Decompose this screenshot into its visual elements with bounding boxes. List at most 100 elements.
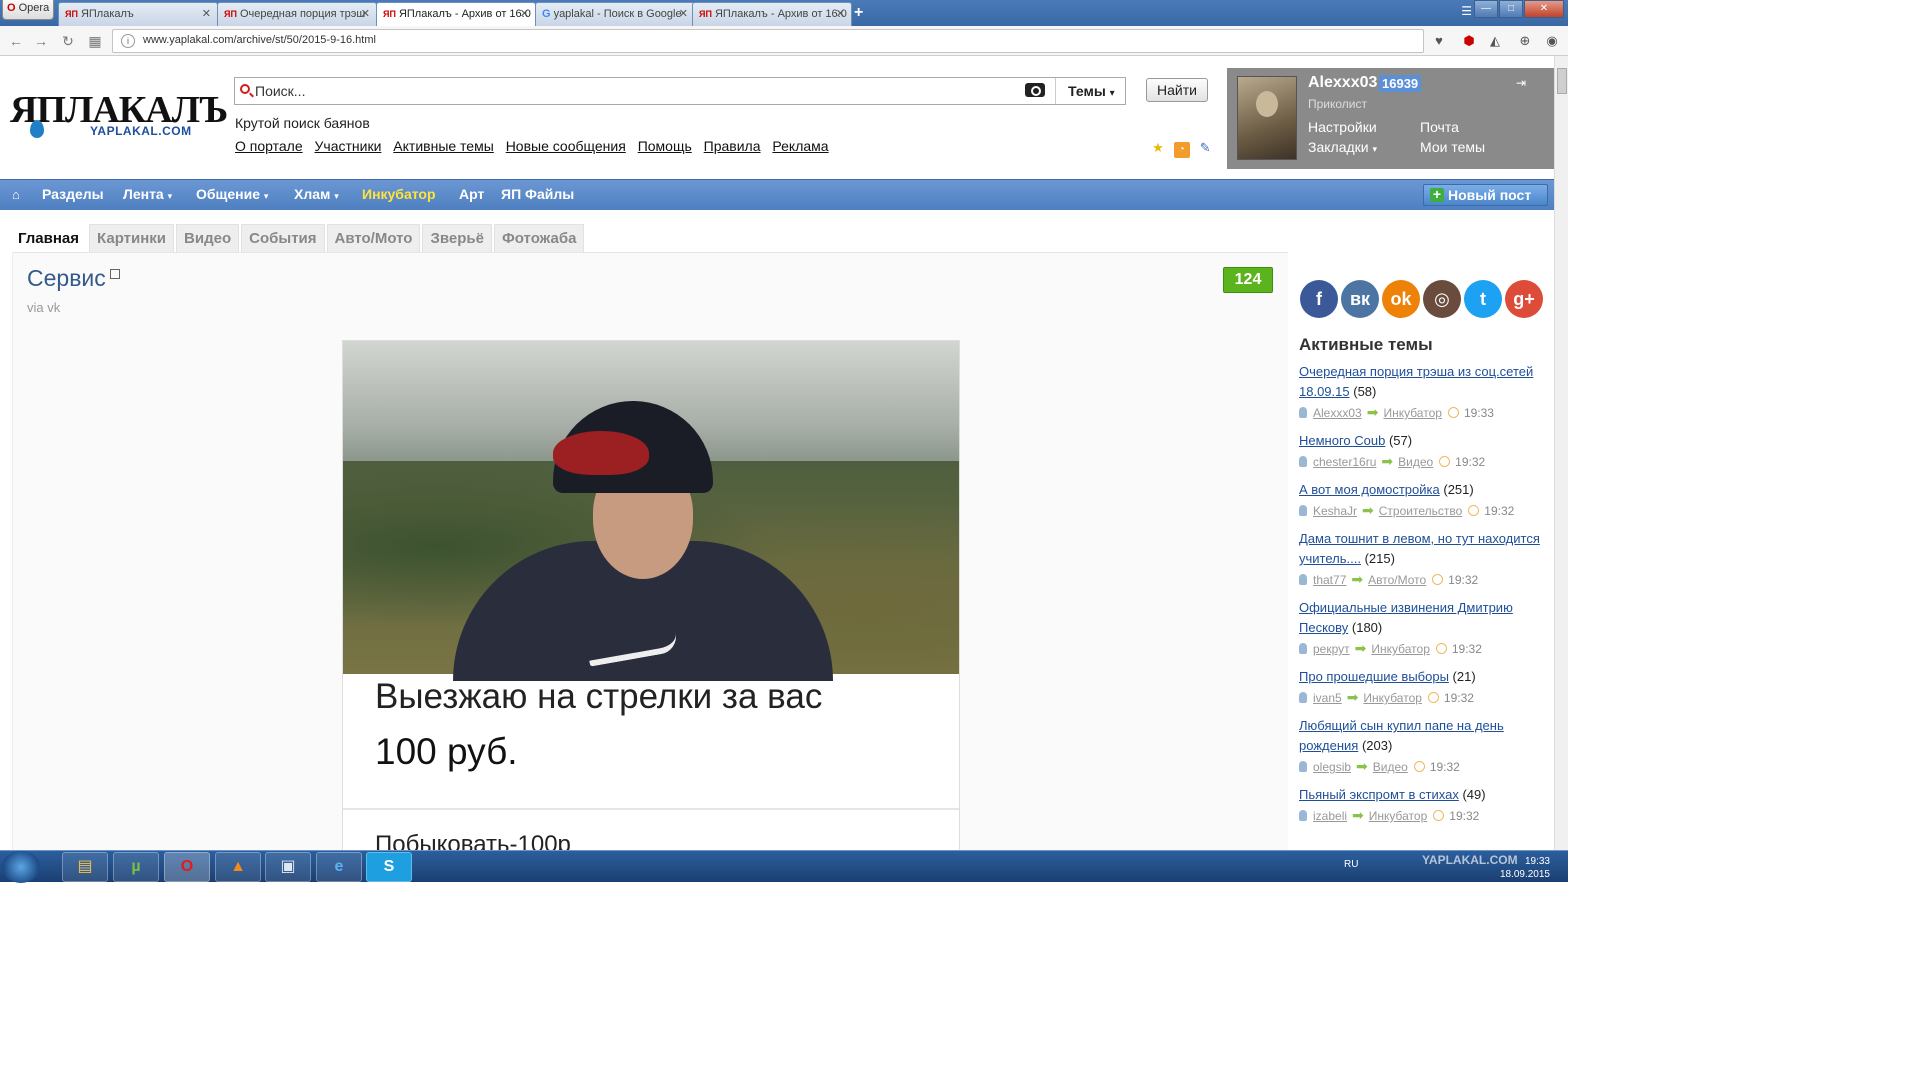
bookmarks-link[interactable]: Закладки ▾ [1308,139,1377,155]
tab-video[interactable]: Видео [176,224,240,252]
nav-art[interactable]: Арт [459,186,484,202]
topic-section[interactable]: Строительство [1379,504,1463,518]
download-icon[interactable]: ⊕ [1516,32,1534,50]
search-input[interactable] [255,81,1015,101]
tab-close-icon[interactable]: ✕ [836,7,845,20]
tab-close-icon[interactable]: ✕ [361,7,370,20]
topic-link[interactable]: Любящий сын купил папе на день рождения [1299,718,1504,753]
bookmark-heart-icon[interactable]: ♥ [1430,32,1448,50]
topic-section[interactable]: Авто/Мото [1368,573,1426,587]
save-disk-icon[interactable]: ▣ [265,852,311,882]
favorites-star-icon[interactable]: ★ [1150,140,1166,156]
link-rules[interactable]: Правила [704,138,761,154]
nav-incubator[interactable]: Инкубатор [362,186,436,202]
topic-author[interactable]: chester16ru [1313,455,1376,469]
post-title[interactable]: Сервис [27,265,120,292]
avatar[interactable] [1237,76,1297,160]
browser-tab[interactable]: ЯП ЯПлакалъ - Архив от 16.0 ✕ [376,2,536,26]
scrollbar-thumb[interactable] [1557,68,1567,94]
settings-link[interactable]: Настройки [1308,119,1377,135]
link-members[interactable]: Участники [315,138,382,154]
link-help[interactable]: Помощь [638,138,692,154]
topic-author[interactable]: KeshaJr [1313,504,1357,518]
tab-main[interactable]: Главная [10,224,88,252]
topic-author[interactable]: olegsib [1313,760,1351,774]
topic-link[interactable]: Пьяный экспромт в стихах [1299,787,1459,802]
topic-section[interactable]: Инкубатор [1363,691,1422,705]
browser-tab[interactable]: ЯП Очередная порция трэш ✕ [217,2,377,26]
skype-icon[interactable]: S [366,852,412,882]
tab-events[interactable]: События [241,224,325,252]
new-tab-button[interactable]: + [854,4,863,22]
topic-link[interactable]: Официальные извинения Дмитрию Пескову [1299,600,1513,635]
speed-dial-icon[interactable]: ▦ [85,31,105,51]
topic-link[interactable]: А вот моя домостройка [1299,482,1440,497]
internet-explorer-icon[interactable]: e [316,852,362,882]
rss-icon[interactable]: ◔ [1173,142,1190,158]
link-ads[interactable]: Реклама [772,138,828,154]
google-plus-icon[interactable]: g+ [1505,280,1543,318]
new-post-button[interactable]: + Новый пост [1423,184,1548,206]
tab-menu-icon[interactable]: ☰ [1461,4,1472,18]
vertical-scrollbar[interactable] [1554,56,1568,850]
explorer-icon[interactable]: ▤ [62,852,108,882]
opera-menu-button[interactable]: O Opera [2,0,54,20]
back-icon[interactable]: ← [6,31,26,51]
topic-author[interactable]: Alexxx03 [1313,406,1362,420]
post-rating-badge[interactable]: 124 [1223,267,1273,293]
search-button[interactable]: Найти [1146,78,1208,102]
link-active-topics[interactable]: Активные темы [393,138,494,154]
topic-section[interactable]: Инкубатор [1369,809,1428,823]
facebook-icon[interactable]: f [1300,280,1338,318]
topic-section[interactable]: Инкубатор [1383,406,1442,420]
browser-tab[interactable]: ЯП ЯПлакалъ ✕ [58,2,218,26]
logout-icon[interactable]: ⇥ [1516,76,1526,90]
link-about[interactable]: О портале [235,138,303,154]
nav-feed[interactable]: Лента ▾ [123,186,172,202]
topic-link[interactable]: Дама тошнит в левом, но тут находится уч… [1299,531,1540,566]
utorrent-icon[interactable]: µ [113,852,159,882]
camera-icon[interactable] [1025,83,1045,97]
tab-close-icon[interactable]: ✕ [202,7,211,20]
extension-icon[interactable]: ◭ [1486,32,1504,50]
instagram-icon[interactable]: ◎ [1423,280,1461,318]
my-topics-link[interactable]: Мои темы [1420,139,1485,155]
start-button[interactable] [2,851,40,883]
nav-files[interactable]: ЯП Файлы [501,186,574,202]
vlc-icon[interactable]: ▲ [215,852,261,882]
topic-link[interactable]: Очередная порция трэша из соц.сетей 18.0… [1299,364,1533,399]
site-info-icon[interactable]: i [121,34,135,48]
minimize-button[interactable]: — [1474,0,1498,18]
account-icon[interactable]: ◉ [1543,32,1561,50]
mail-link[interactable]: Почта [1420,119,1459,135]
topic-author[interactable]: that77 [1313,573,1346,587]
topic-section[interactable]: Инкубатор [1371,642,1430,656]
maximize-button[interactable]: □ [1499,0,1523,18]
url-field[interactable]: i www.yaplakal.com/archive/st/50/2015-9-… [112,29,1424,53]
browser-tab[interactable]: ЯП ЯПлакалъ - Архив от 16.0 ✕ [692,2,852,26]
search-scope-select[interactable]: Темы ▾ [1055,78,1125,104]
tab-close-icon[interactable]: ✕ [520,7,529,20]
open-in-new-window-icon[interactable] [109,269,120,279]
tab-pictures[interactable]: Картинки [89,224,175,252]
link-new-messages[interactable]: Новые сообщения [506,138,626,154]
adblock-icon[interactable]: ⬢ [1460,32,1478,50]
topic-link[interactable]: Немного Coub [1299,433,1385,448]
close-window-button[interactable]: ✕ [1524,0,1564,18]
forward-icon[interactable]: → [31,31,51,51]
tab-animals[interactable]: Зверьё [422,224,492,252]
reload-icon[interactable]: ↻ [58,31,78,51]
post-image[interactable]: Выезжаю на стрелки за вас 100 руб. Побык… [342,340,960,851]
topic-author[interactable]: рекрут [1313,642,1350,656]
site-logo[interactable]: ЯПЛАКАЛЪ YAPLAKAL.COM [10,91,228,144]
tab-close-icon[interactable]: ✕ [679,7,688,20]
nav-sections[interactable]: Разделы [42,186,104,202]
odnoklassniki-icon[interactable]: ok [1382,280,1420,318]
edit-pencil-icon[interactable]: ✎ [1197,140,1213,156]
topic-section[interactable]: Видео [1398,455,1433,469]
language-indicator[interactable]: RU [1344,859,1358,870]
topic-section[interactable]: Видео [1373,760,1408,774]
nav-social[interactable]: Общение ▾ [196,186,268,202]
twitter-icon[interactable]: t [1464,280,1502,318]
tab-auto-moto[interactable]: Авто/Мото [326,224,421,252]
